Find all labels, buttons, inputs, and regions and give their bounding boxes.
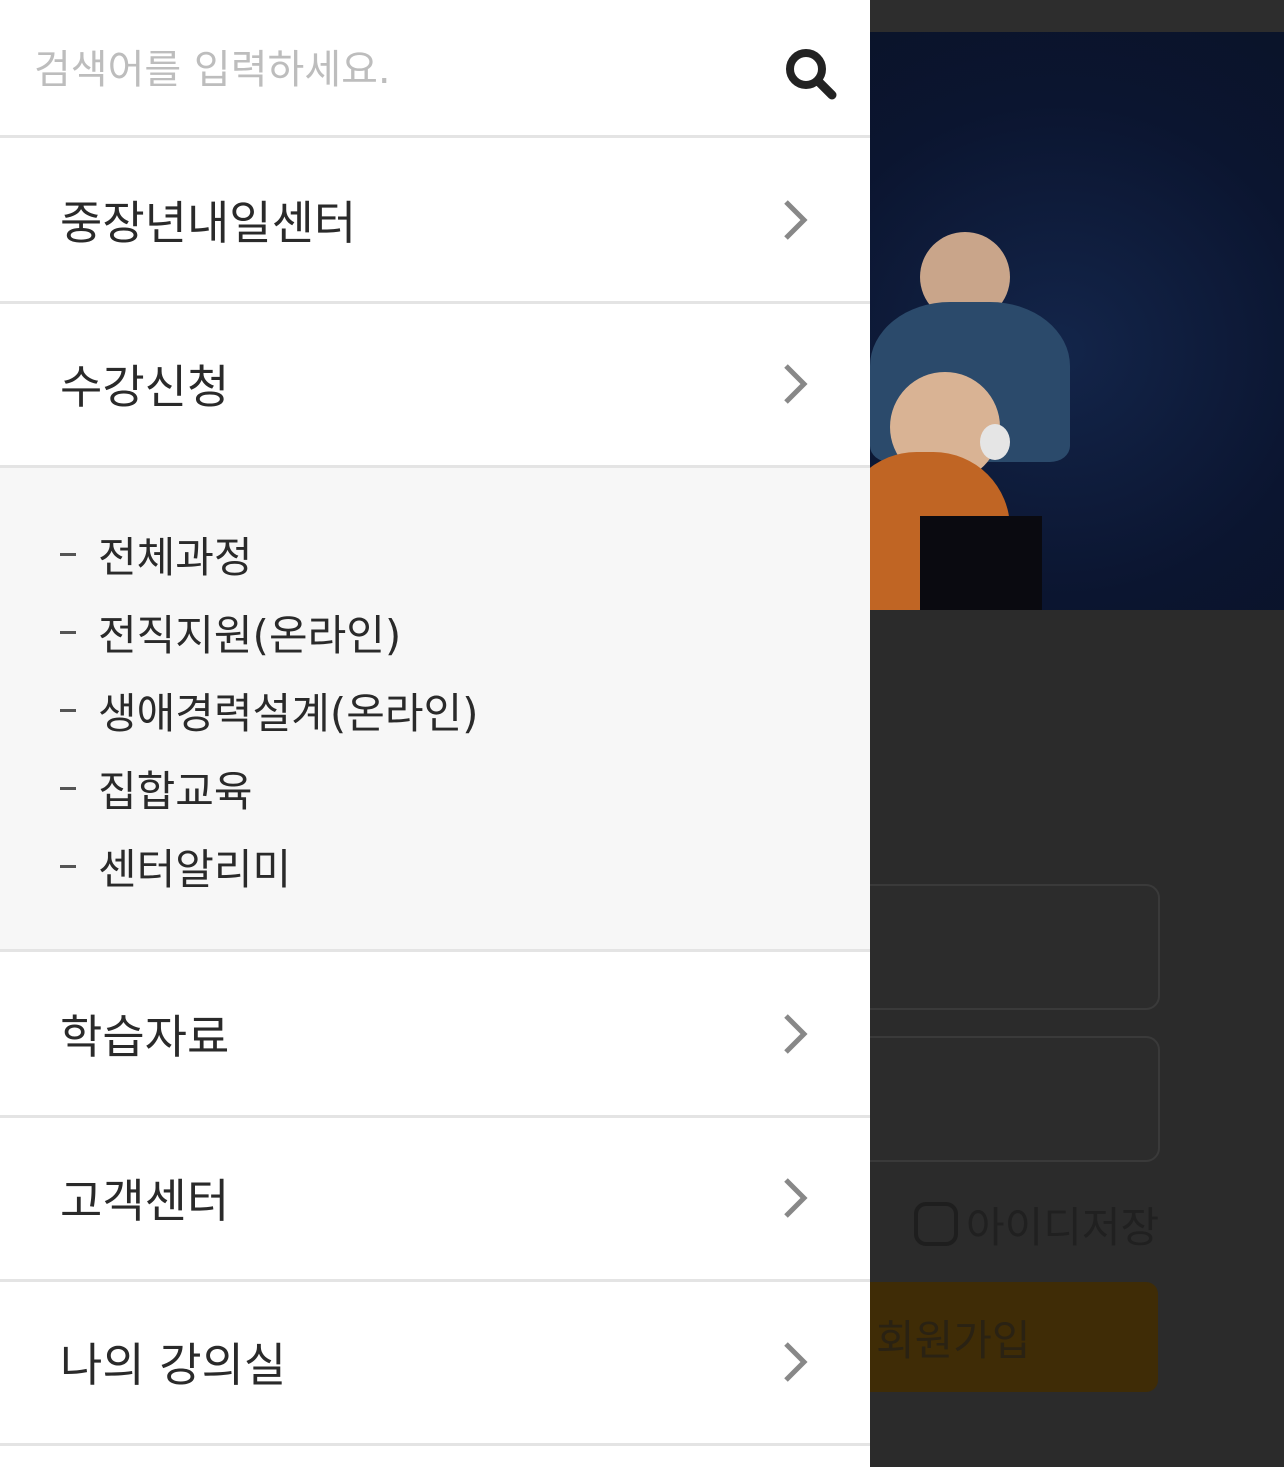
signup-label: 회원가입 — [876, 1315, 1031, 1365]
search-icon — [786, 49, 837, 100]
menu-item-label: 학습자료 — [60, 1009, 230, 1064]
submenu-item-label: 전직지원(온라인) — [98, 610, 402, 660]
chevron-right-icon — [784, 1013, 808, 1054]
dash-icon — [60, 552, 76, 556]
side-drawer-menu: 중장년내일센터 수강신청 전체과정 전직지원(온라인) 생애경력설계(온라인) … — [0, 0, 870, 1467]
search-input[interactable] — [34, 36, 734, 104]
lightbulb-icon — [980, 424, 1010, 460]
menu-item-customer-center[interactable]: 고객센터 — [0, 1116, 870, 1282]
course-registration-submenu: 전체과정 전직지원(온라인) 생애경력설계(온라인) 집합교육 센터알리미 — [0, 468, 870, 952]
search-button[interactable] — [778, 42, 842, 106]
dash-icon — [60, 708, 76, 712]
dash-icon — [60, 630, 76, 634]
illustration-book — [920, 516, 1042, 610]
menu-item-label: 고객센터 — [60, 1173, 230, 1228]
search-bar — [0, 0, 870, 138]
menu-item-label: 수강신청 — [60, 359, 230, 414]
menu-item-label: 중장년내일센터 — [60, 195, 357, 250]
chevron-right-icon — [784, 1177, 808, 1218]
chevron-right-icon — [784, 199, 808, 240]
chevron-right-icon — [784, 1341, 808, 1382]
submenu-item-label: 집합교육 — [98, 766, 253, 816]
checkbox-icon — [914, 1202, 958, 1246]
menu-item-course-registration[interactable]: 수강신청 — [0, 302, 870, 468]
menu-item-midcareer-center[interactable]: 중장년내일센터 — [0, 138, 870, 304]
dash-icon — [60, 786, 76, 790]
dash-icon — [60, 864, 76, 868]
submenu-item-label: 전체과정 — [98, 532, 253, 582]
menu-item-my-classroom[interactable]: 나의 강의실 — [0, 1280, 870, 1446]
submenu-item-life-career-design-online[interactable]: 생애경력설계(온라인) — [60, 680, 479, 740]
submenu-item-label: 생애경력설계(온라인) — [98, 688, 479, 738]
submenu-item-center-notice[interactable]: 센터알리미 — [60, 836, 291, 896]
save-id-checkbox: 아이디저장 — [914, 1196, 1159, 1252]
submenu-item-label: 센터알리미 — [98, 844, 292, 894]
submenu-item-group-education[interactable]: 집합교육 — [60, 758, 253, 818]
submenu-item-all-courses[interactable]: 전체과정 — [60, 524, 253, 584]
chevron-right-icon — [784, 363, 808, 404]
submenu-item-career-transition-online[interactable]: 전직지원(온라인) — [60, 602, 401, 662]
menu-item-label: 나의 강의실 — [60, 1337, 287, 1392]
save-id-label: 아이디저장 — [966, 1202, 1160, 1252]
menu-item-learning-materials[interactable]: 학습자료 — [0, 952, 870, 1118]
